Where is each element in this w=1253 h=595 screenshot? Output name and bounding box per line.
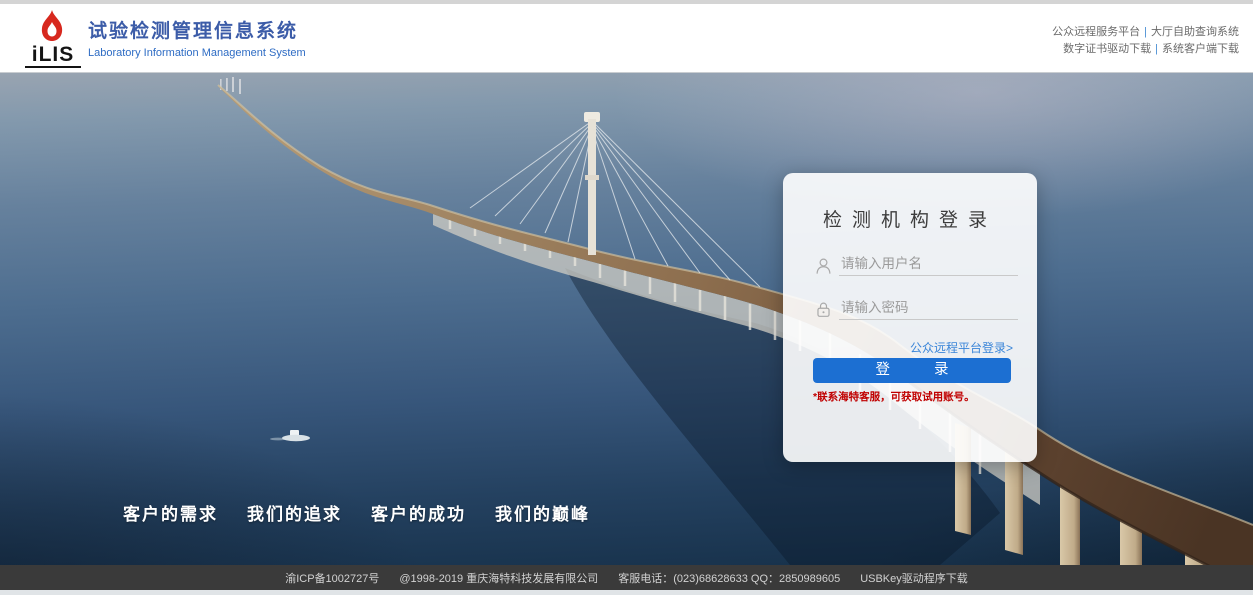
distant-piers: [220, 77, 241, 94]
link-client-download[interactable]: 系统客户端下载: [1162, 43, 1239, 55]
login-title: 检测机构登录: [783, 205, 1037, 232]
login-button[interactable]: 登录: [813, 358, 1011, 383]
header: iLIS 试验检测管理信息系统 Laboratory Information M…: [0, 4, 1253, 73]
slogan-item: 我们的巅峰: [495, 500, 590, 525]
logo-text: iLIS: [25, 44, 81, 68]
link-hall-self-query[interactable]: 大厅自助查询系统: [1151, 26, 1239, 38]
link-separator: |: [1144, 26, 1147, 38]
lock-icon: [815, 301, 832, 318]
logo: iLIS: [25, 8, 81, 70]
header-links-row2: 数字证书驱动下载 | 系统客户端下载: [1052, 41, 1239, 58]
slogan-row: 客户的需求 我们的追求 客户的成功 我们的巅峰: [123, 500, 590, 525]
link-certificate-driver-download[interactable]: 数字证书驱动下载: [1063, 43, 1151, 55]
boat: [270, 430, 310, 441]
bridge-illustration: [0, 73, 1253, 565]
bottom-strip: [0, 590, 1253, 595]
site-title-cn: 试验检测管理信息系统: [88, 16, 306, 43]
hero-background: 客户的需求 我们的追求 客户的成功 我们的巅峰: [0, 73, 1253, 565]
site-title-en: Laboratory Information Management System: [88, 47, 306, 59]
username-input[interactable]: [839, 256, 1018, 276]
brand-titles: 试验检测管理信息系统 Laboratory Information Manage…: [88, 16, 306, 59]
user-icon: [815, 257, 832, 274]
footer: 渝ICP备1002727号 @1998-2019 重庆海特科技发展有限公司 客服…: [0, 565, 1253, 590]
usbkey-driver-download-link[interactable]: USBKey驱动程序下载: [860, 570, 968, 586]
username-row: [815, 253, 1013, 276]
login-panel: 检测机构登录 公众远程平台登录> 登录 *联系海特客服，可获取试用账号。: [783, 173, 1037, 462]
slogan-item: 我们的追求: [247, 500, 342, 525]
service-phone-text: 客服电话：(023)68628633 QQ：2850989605: [618, 570, 840, 586]
password-input[interactable]: [839, 300, 1018, 320]
header-links: 公众远程服务平台 | 大厅自助查询系统 数字证书驱动下载 | 系统客户端下载: [1052, 24, 1239, 58]
password-row: [815, 297, 1013, 320]
icp-record-link[interactable]: 渝ICP备1002727号: [285, 570, 379, 586]
slogan-item: 客户的需求: [123, 500, 218, 525]
flame-icon: [35, 10, 69, 46]
header-links-row1: 公众远程服务平台 | 大厅自助查询系统: [1052, 24, 1239, 41]
copyright-text: @1998-2019 重庆海特科技发展有限公司: [399, 570, 598, 586]
public-remote-platform-login-link[interactable]: 公众远程平台登录>: [910, 339, 1013, 356]
link-separator: |: [1155, 43, 1158, 55]
slogan-item: 客户的成功: [371, 500, 466, 525]
link-public-remote-platform[interactable]: 公众远程服务平台: [1052, 26, 1140, 38]
trial-account-note: *联系海特客服，可获取试用账号。: [813, 389, 975, 404]
